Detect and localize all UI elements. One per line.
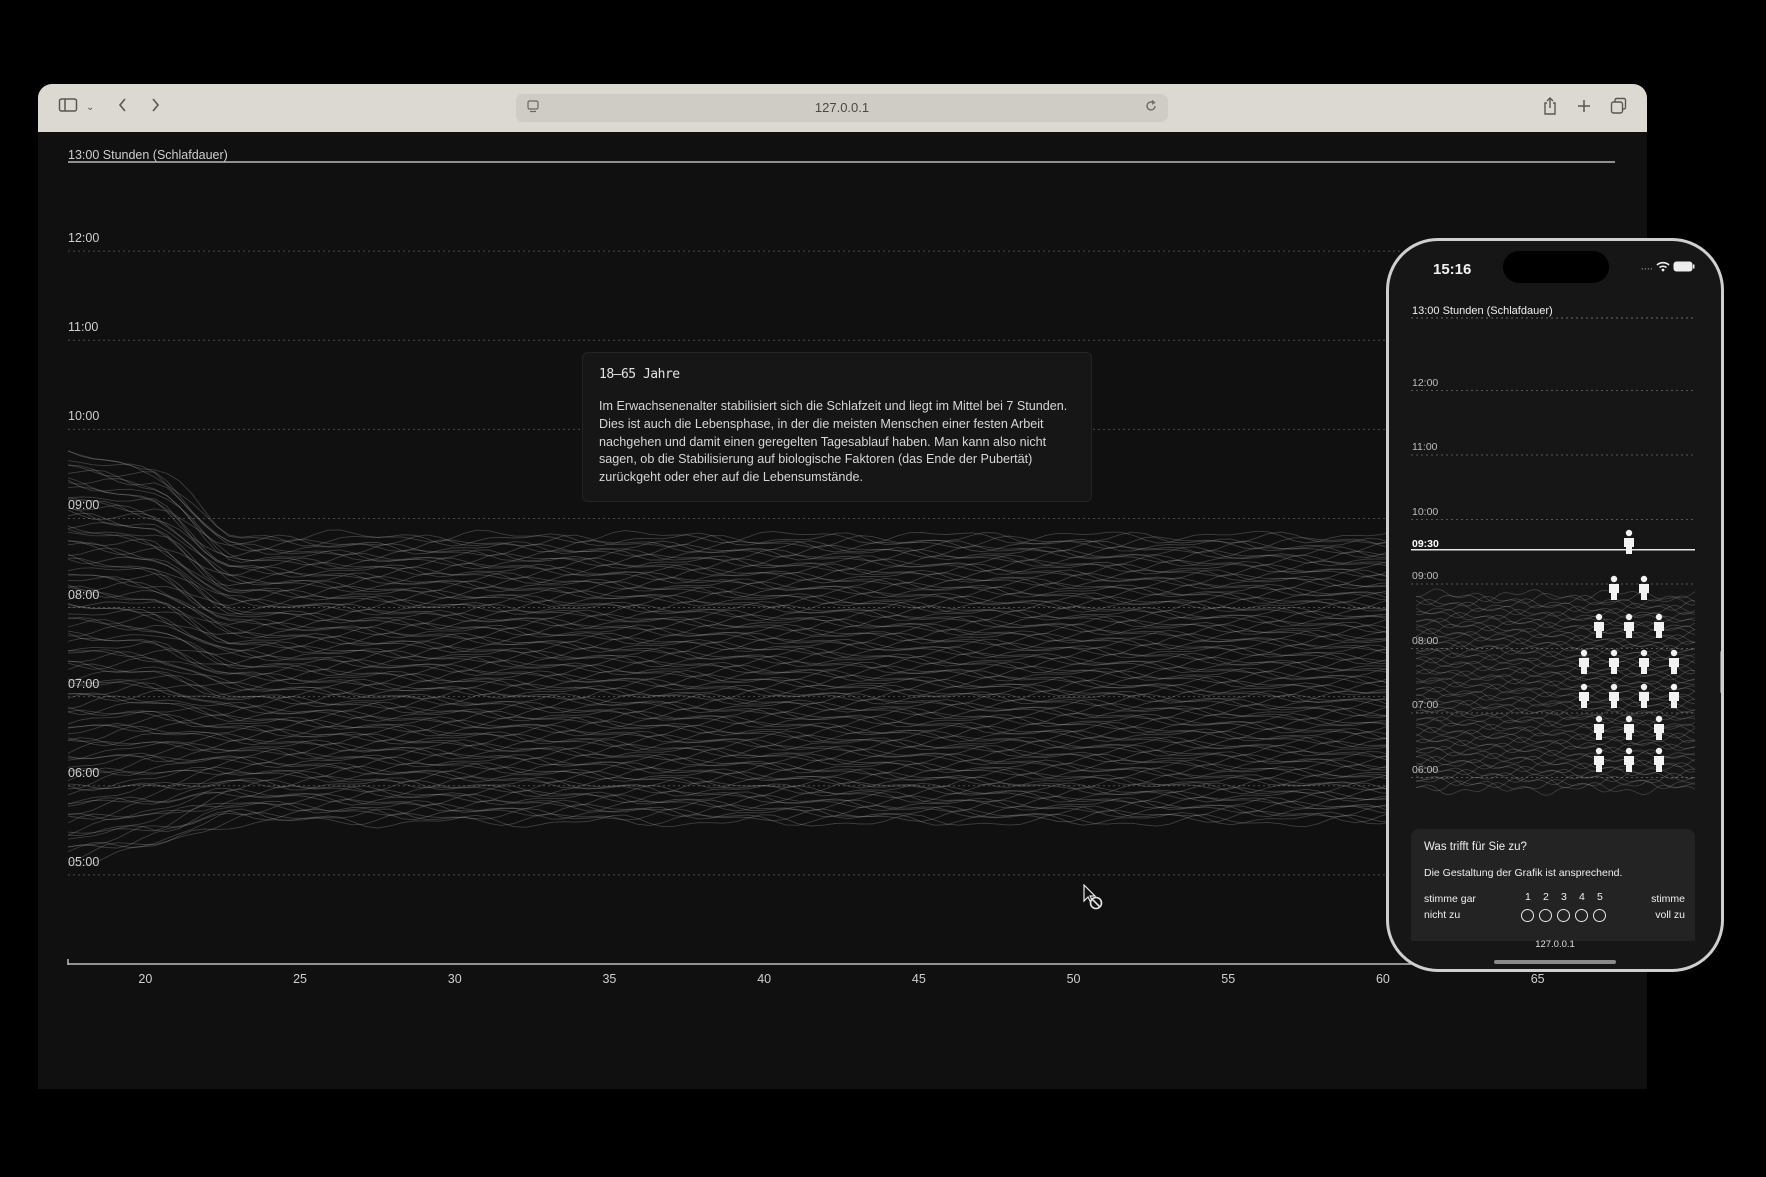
phone-y-tick-label: 07:00 [1412, 699, 1439, 711]
rating-radio-4[interactable] [1575, 909, 1588, 922]
survey-panel: Was trifft für Sie zu? Die Gestaltung de… [1411, 829, 1695, 941]
x-tick-label: 45 [911, 972, 926, 986]
series-line [67, 709, 1616, 729]
y-tick-label: 07:00 [68, 676, 100, 691]
scale-right-label: stimme voll zu [1651, 893, 1685, 921]
survey-question: Was trifft für Sie zu? [1424, 841, 1527, 853]
series-line [67, 813, 1616, 867]
browser-toolbar: ⌄ 127.0.0.1 [38, 84, 1647, 132]
rating-radio-2[interactable] [1539, 909, 1552, 922]
phone-y-tick-label: 10:00 [1412, 505, 1439, 518]
phone-y-tick-label: 12:00 [1412, 376, 1439, 389]
phone-scrollbar [1720, 651, 1721, 693]
scale-number: 1 [1525, 891, 1531, 903]
series-line [67, 811, 1616, 864]
x-tick-label: 40 [757, 972, 772, 986]
person-icon [1639, 575, 1649, 600]
phone-series-line [1415, 647, 1696, 662]
chevron-down-icon[interactable]: ⌄ [86, 96, 94, 120]
phone-mockup: 15:16 ···· 13:00 Stunden (Schlafdauer) 1… [1386, 238, 1724, 972]
reload-icon[interactable] [1144, 98, 1158, 117]
sidebar-icon[interactable] [58, 96, 78, 120]
phone-series-line [1415, 608, 1696, 622]
phone-y-tick-label: 11:00 [1412, 441, 1438, 453]
x-tick-label: 25 [293, 972, 307, 986]
y-tick-label: 05:00 [68, 854, 100, 869]
x-tick-label: 65 [1530, 972, 1545, 986]
info-tooltip: 18–65 Jahre Im Erwachsenenalter stabilis… [582, 352, 1092, 502]
x-tick-label: 50 [1066, 972, 1081, 986]
x-tick-label: 20 [138, 972, 153, 986]
tabs-overview-icon[interactable] [1610, 96, 1628, 122]
phone-url[interactable]: 127.0.0.1 [1389, 939, 1721, 950]
home-indicator [1494, 960, 1616, 964]
person-icon [1669, 649, 1679, 674]
y-tick-label: 12:00 [68, 231, 100, 246]
x-tick-label: 30 [447, 972, 462, 986]
scale-left-label: stimme gar nicht zu [1424, 893, 1476, 921]
new-tab-icon[interactable] [1576, 96, 1592, 122]
phone-y-tick-label: 08:00 [1412, 634, 1439, 647]
selected-value-label: 09:30 [1412, 537, 1439, 550]
series-line [67, 765, 1616, 790]
y-tick-label: 11:00 [68, 320, 99, 335]
y-tick-label: 06:00 [68, 765, 100, 780]
y-tick-label: 08:00 [68, 587, 100, 602]
x-tick-label: 35 [602, 972, 617, 986]
url-text[interactable]: 127.0.0.1 [516, 100, 1168, 115]
series-line [67, 802, 1616, 848]
rating-radio-3[interactable] [1557, 909, 1570, 922]
back-icon[interactable] [116, 96, 130, 120]
person-icon [1624, 715, 1634, 740]
phone-series-line [1415, 680, 1696, 694]
y-tick-label: 09:00 [68, 498, 100, 513]
scale-number: 3 [1561, 891, 1567, 903]
chart-top-label: 13:00 Stunden (Schlafdauer) [68, 148, 228, 162]
person-icon [1639, 683, 1649, 708]
address-bar[interactable]: 127.0.0.1 [516, 94, 1168, 122]
series-line [67, 779, 1616, 816]
share-icon[interactable] [1542, 96, 1558, 122]
y-tick-label: 10:00 [68, 409, 100, 424]
person-icon [1609, 575, 1619, 600]
survey-statement: Die Gestaltung der Grafik ist ansprechen… [1424, 867, 1623, 879]
x-tick-label: 60 [1375, 972, 1390, 986]
phone-y-tick-label: 06:00 [1412, 763, 1439, 776]
series-line [67, 656, 1616, 691]
series-line [67, 776, 1616, 807]
forward-icon[interactable] [148, 96, 162, 120]
phone-chart-title: 13:00 Stunden (Schlafdauer) [1412, 305, 1553, 317]
person-icon [1579, 649, 1589, 674]
phone-series-lines [1415, 588, 1696, 796]
x-tick-label: 55 [1221, 972, 1236, 986]
phone-series-line [1415, 755, 1696, 770]
series-lines [67, 450, 1616, 867]
info-text: Im Erwachsenenalter stabilisiert sich di… [599, 399, 1068, 485]
scale-number: 2 [1543, 891, 1549, 903]
series-line [67, 808, 1616, 853]
series-line [67, 585, 1616, 642]
phone-series-line [1415, 660, 1696, 675]
phone-y-tick-label: 09:00 [1412, 570, 1439, 582]
rating-radio-1[interactable] [1521, 909, 1534, 922]
rating-radio-5[interactable] [1593, 909, 1606, 922]
phone-series-line [1415, 654, 1696, 668]
scale-number: 5 [1597, 891, 1603, 903]
series-line [67, 499, 1616, 578]
info-title: 18–65 Jahre [599, 367, 680, 382]
phone-series-line [1415, 591, 1696, 606]
person-figures [1579, 529, 1679, 772]
not-allowed-cursor-icon [1082, 883, 1104, 915]
scale-number: 4 [1579, 891, 1585, 903]
